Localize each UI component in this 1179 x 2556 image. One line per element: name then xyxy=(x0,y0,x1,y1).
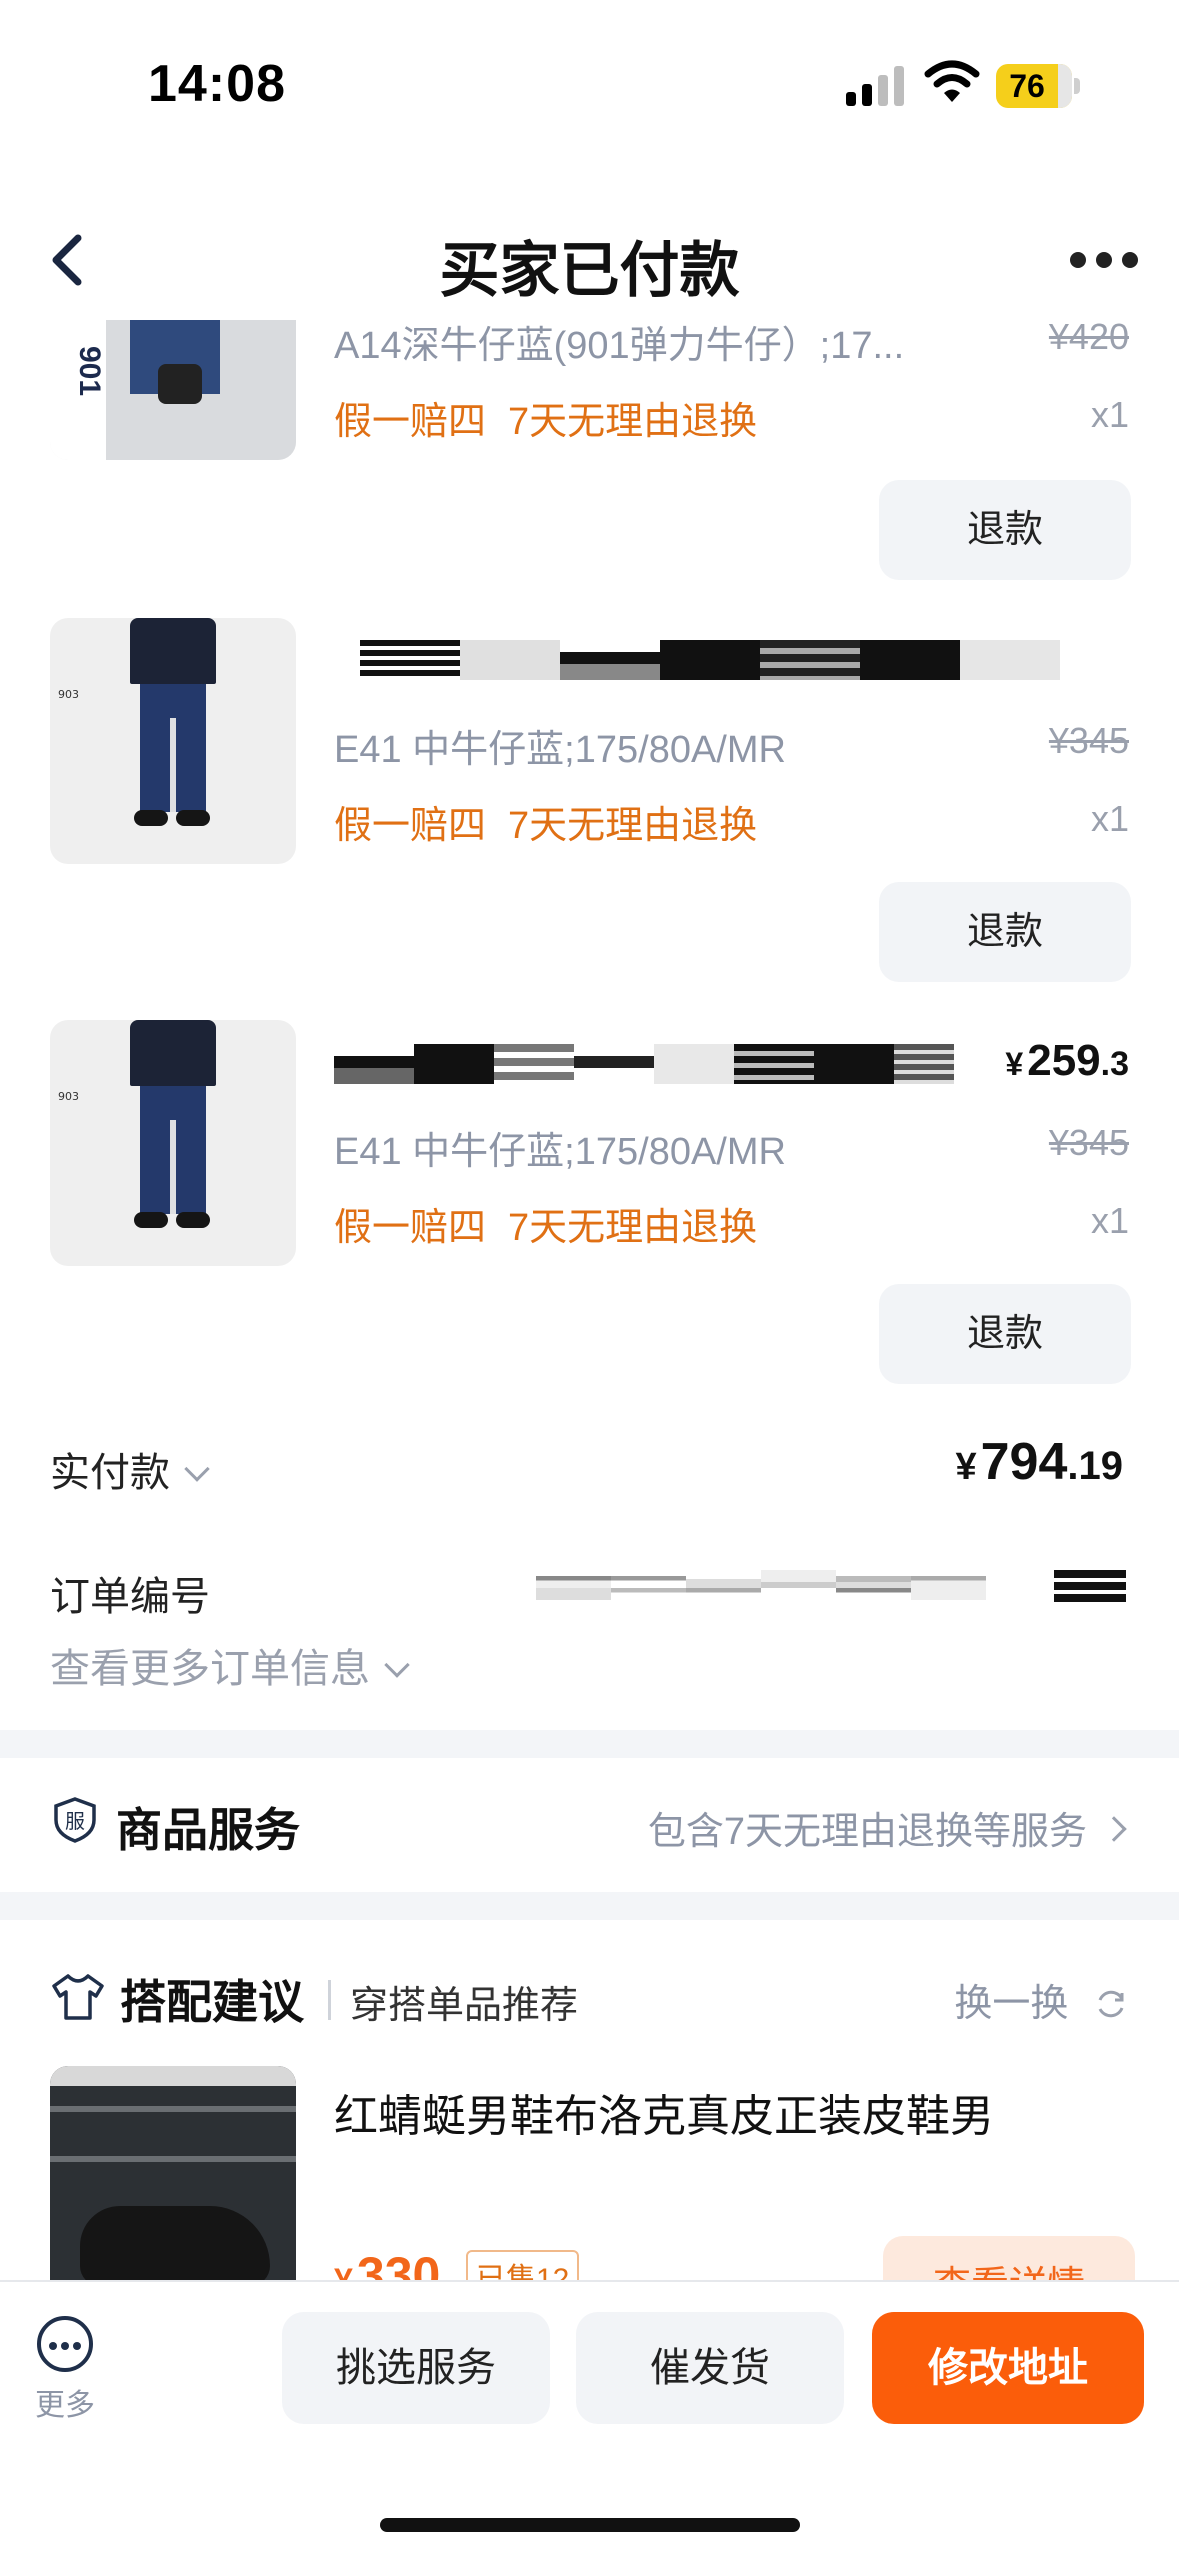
order-number-label: 订单编号 xyxy=(50,1575,210,1619)
bottom-action-bar: 更多 挑选服务 催发货 修改地址 xyxy=(0,2280,1179,2556)
promo-fake-compensation: 假一赔四 xyxy=(334,401,487,443)
original-price: ¥345 xyxy=(1048,720,1129,761)
product-promo: 假一赔四 7天无理由退换 xyxy=(334,390,757,445)
order-number-redacted-tail xyxy=(1054,1570,1126,1606)
urge-shipment-button[interactable]: 催发货 xyxy=(576,2312,844,2424)
paid-amount: ¥794.19 xyxy=(955,1433,1123,1491)
product-image[interactable]: 903 xyxy=(50,1020,296,1266)
refresh-recommend-button[interactable]: 换一换 xyxy=(954,1972,1129,2027)
product-qty: x1 xyxy=(1090,394,1129,435)
refund-button[interactable]: 退款 xyxy=(879,480,1131,580)
promo-fake-compensation: 假一赔四 xyxy=(334,805,487,847)
chevron-down-icon xyxy=(184,1456,210,1482)
chevron-down-icon xyxy=(384,1652,410,1678)
order-number-redacted xyxy=(536,1570,986,1600)
product-spec: A14深牛仔蓝(901弹力牛仔）;17... xyxy=(334,325,905,367)
recommend-separator xyxy=(328,1980,331,2020)
modify-address-button[interactable]: 修改地址 xyxy=(872,2312,1144,2424)
section-divider xyxy=(0,1892,1179,1920)
promo-fake-compensation: 假一赔四 xyxy=(334,1207,487,1249)
refresh-icon xyxy=(1098,1990,1124,2018)
svg-text:服: 服 xyxy=(65,1809,85,1833)
more-label: 更多 xyxy=(35,2389,95,2422)
product-title-redacted xyxy=(334,1044,954,1084)
service-shield-icon: 服 xyxy=(54,1797,96,1843)
service-title: 商品服务 xyxy=(116,1804,300,1856)
home-indicator xyxy=(380,2518,800,2532)
more-button[interactable]: 更多 xyxy=(30,2316,100,2424)
product-price: ¥259.3 xyxy=(1005,1036,1129,1085)
sold-count-badge: 已售12 xyxy=(466,2250,580,2280)
status-time: 14:08 xyxy=(148,55,286,113)
order-content: 901 A14深牛仔蓝(901弹力牛仔）;17... ¥420 假一赔四 7天无理… xyxy=(0,320,1179,2280)
product-promo: 假一赔四 7天无理由退换 xyxy=(334,1196,757,1251)
promo-7day-return: 7天无理由退换 xyxy=(508,1207,758,1249)
product-promo: 假一赔四 7天无理由退换 xyxy=(334,794,757,849)
refresh-label: 换一换 xyxy=(954,1983,1069,2025)
recommend-title: 搭配建议 xyxy=(120,1976,304,2028)
recommend-subtitle: 穿搭单品推荐 xyxy=(350,1985,579,2027)
product-spec: E41 中牛仔蓝;175/80A/MR xyxy=(334,1131,786,1173)
promo-7day-return: 7天无理由退换 xyxy=(508,401,758,443)
service-detail-link[interactable]: 包含7天无理由退换等服务 xyxy=(647,1800,1127,1855)
original-price: ¥420 xyxy=(1048,320,1129,357)
more-order-info-toggle[interactable]: 查看更多订单信息 xyxy=(50,1636,410,1694)
more-icon xyxy=(37,2316,93,2372)
product-qty: x1 xyxy=(1090,798,1129,839)
recommend-product-image[interactable] xyxy=(50,2066,296,2280)
battery-level: 76 xyxy=(1009,68,1045,104)
recommend-product-name[interactable]: 红蜻蜓男鞋布洛克真皮正装皮鞋男 xyxy=(334,2080,994,2144)
product-spec: E41 中牛仔蓝;175/80A/MR xyxy=(334,729,786,771)
section-divider xyxy=(0,1730,1179,1758)
view-detail-button[interactable]: 查看详情 xyxy=(883,2236,1135,2280)
status-bar: 14:08 76 xyxy=(0,0,1179,170)
page-title: 买家已付款 xyxy=(439,237,740,304)
product-title-redacted xyxy=(360,640,1130,680)
cellular-signal-icon xyxy=(846,66,904,106)
recommend-price: ¥330 xyxy=(334,2247,441,2280)
product-image[interactable]: 903 xyxy=(50,618,296,864)
promo-7day-return: 7天无理由退换 xyxy=(508,805,758,847)
paid-amount-label: 实付款 xyxy=(50,1451,170,1495)
service-desc: 包含7天无理由退换等服务 xyxy=(647,1811,1087,1853)
battery-icon: 76 xyxy=(996,64,1080,108)
select-service-button[interactable]: 挑选服务 xyxy=(282,2312,550,2424)
product-qty: x1 xyxy=(1090,1200,1129,1241)
paid-amount-toggle[interactable]: 实付款 xyxy=(50,1440,210,1498)
tshirt-icon xyxy=(52,1974,104,2020)
wifi-icon xyxy=(924,60,980,102)
nav-bar: 买家已付款 xyxy=(0,200,1179,320)
more-order-info-label: 查看更多订单信息 xyxy=(50,1647,370,1691)
more-options-icon[interactable] xyxy=(1064,240,1144,280)
refund-button[interactable]: 退款 xyxy=(879,882,1131,982)
chevron-right-icon xyxy=(1101,1816,1127,1842)
original-price: ¥345 xyxy=(1048,1122,1129,1163)
product-image[interactable]: 901 xyxy=(50,320,296,460)
refund-button[interactable]: 退款 xyxy=(879,1284,1131,1384)
